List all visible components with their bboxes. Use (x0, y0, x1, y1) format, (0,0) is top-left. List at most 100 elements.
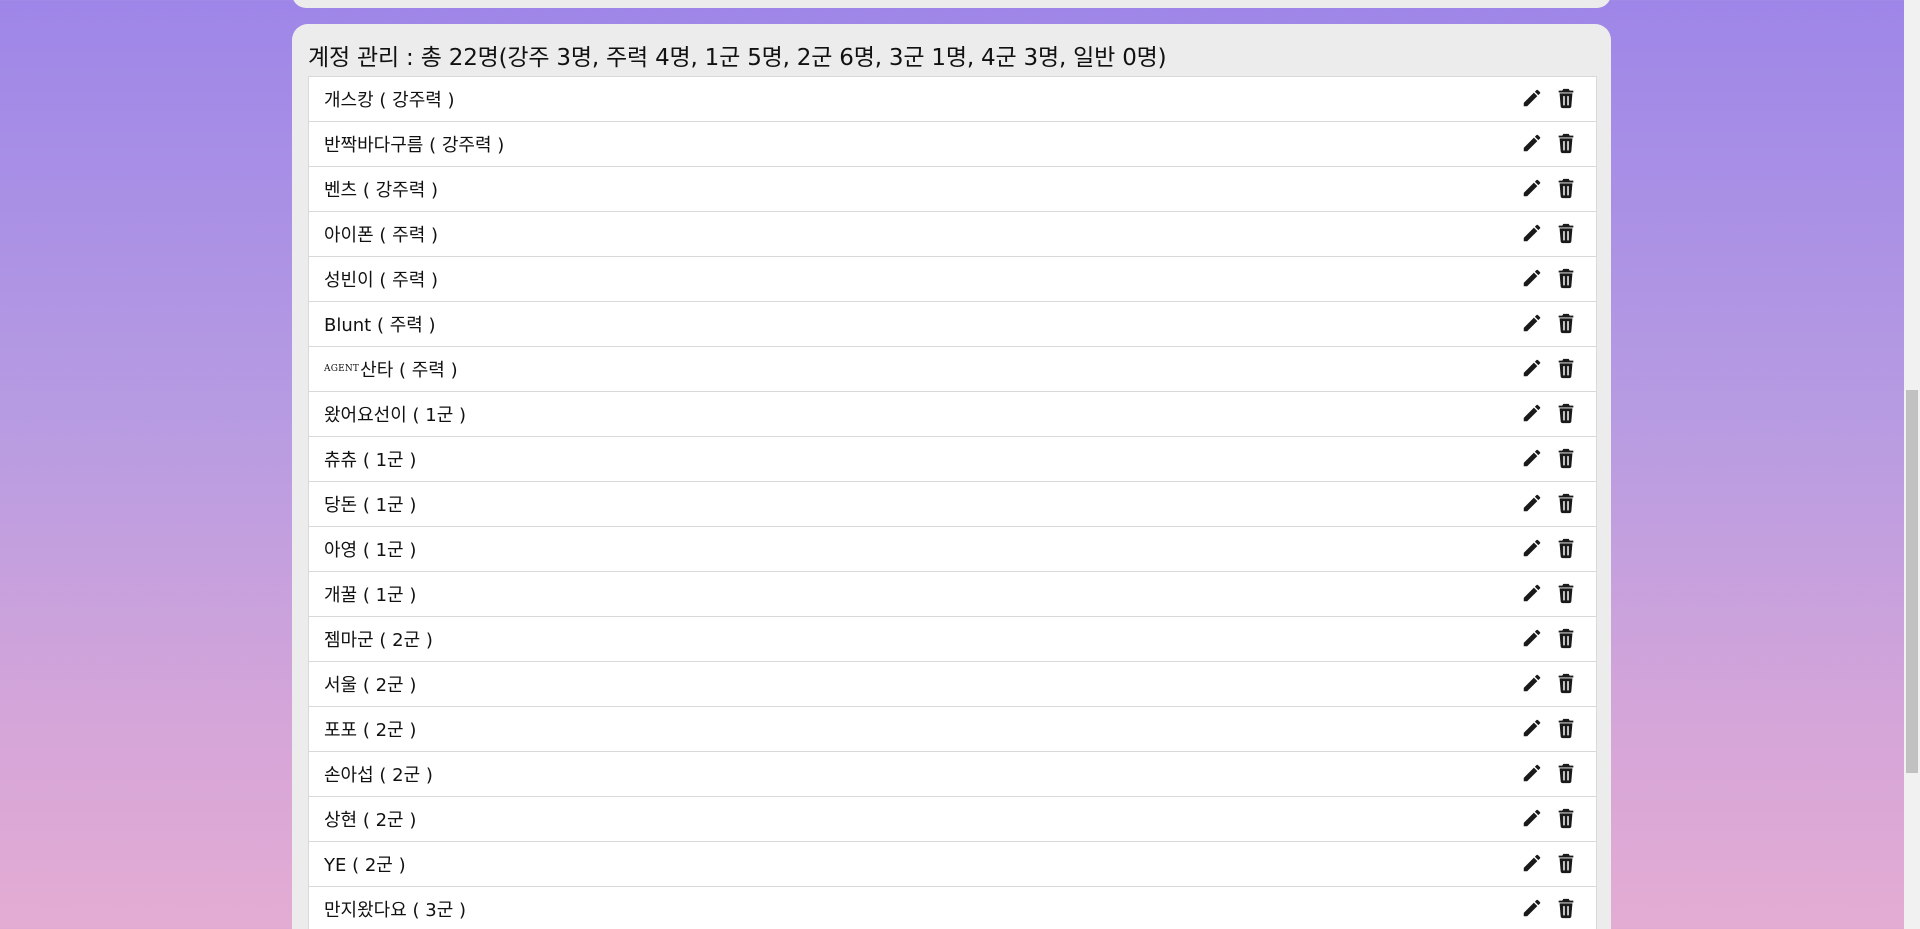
account-row: 아이폰 ( 주력 ) (309, 212, 1596, 257)
trash-icon[interactable] (1555, 177, 1577, 199)
account-row: 젬마군 ( 2군 ) (309, 617, 1596, 662)
trash-icon[interactable] (1555, 852, 1577, 874)
account-name: 아영 ( 1군 ) (324, 536, 416, 562)
account-name: Blunt ( 주력 ) (324, 311, 436, 337)
account-row: 왔어요선이 ( 1군 ) (309, 392, 1596, 437)
account-label: 산타 ( 주력 ) (360, 360, 458, 381)
account-management-card: 계정 관리 : 총 22명(강주 3명, 주력 4명, 1군 5명, 2군 6명… (292, 24, 1611, 929)
pencil-icon[interactable] (1521, 807, 1543, 829)
trash-icon[interactable] (1555, 897, 1577, 919)
account-name: 손아섭 ( 2군 ) (324, 761, 433, 787)
trash-icon[interactable] (1555, 537, 1577, 559)
pencil-icon[interactable] (1521, 357, 1543, 379)
account-label: 당돈 ( 1군 ) (324, 495, 417, 516)
account-label: 포포 ( 2군 ) (324, 720, 417, 741)
account-list: 개스캉 ( 강주력 ) 반짝바다구름 ( 강주력 ) 벤츠 ( 강주력 ) 아이폰 (… (308, 76, 1597, 929)
pencil-icon[interactable] (1521, 177, 1543, 199)
account-row: AGENT산타 ( 주력 ) (309, 347, 1596, 392)
pencil-icon[interactable] (1521, 897, 1543, 919)
pencil-icon[interactable] (1521, 312, 1543, 334)
account-row: YE ( 2군 ) (309, 842, 1596, 887)
account-label: 서울 ( 2군 ) (324, 675, 417, 696)
trash-icon[interactable] (1555, 87, 1577, 109)
account-label: Blunt ( 주력 ) (324, 315, 436, 336)
account-row: 개스캉 ( 강주력 ) (309, 77, 1596, 122)
pencil-icon[interactable] (1521, 852, 1543, 874)
account-name: YE ( 2군 ) (324, 851, 406, 877)
pencil-icon[interactable] (1521, 717, 1543, 739)
pencil-icon[interactable] (1521, 537, 1543, 559)
account-name: 반짝바다구름 ( 강주력 ) (324, 131, 504, 157)
account-row: 당돈 ( 1군 ) (309, 482, 1596, 527)
account-name: 츄츄 ( 1군 ) (324, 446, 416, 472)
account-label: 반짝바다구름 ( 강주력 ) (324, 135, 505, 156)
trash-icon[interactable] (1555, 312, 1577, 334)
pencil-icon[interactable] (1521, 402, 1543, 424)
account-name: 당돈 ( 1군 ) (324, 491, 416, 517)
pencil-icon[interactable] (1521, 627, 1543, 649)
trash-icon[interactable] (1555, 672, 1577, 694)
pencil-icon[interactable] (1521, 492, 1543, 514)
account-row: 상현 ( 2군 ) (309, 797, 1596, 842)
account-row: 벤츠 ( 강주력 ) (309, 167, 1596, 212)
account-row: 아영 ( 1군 ) (309, 527, 1596, 572)
account-label: YE ( 2군 ) (324, 855, 406, 876)
account-label: 아영 ( 1군 ) (324, 540, 417, 561)
account-name: 포포 ( 2군 ) (324, 716, 416, 742)
account-row: 손아섭 ( 2군 ) (309, 752, 1596, 797)
trash-icon[interactable] (1555, 447, 1577, 469)
account-name: AGENT산타 ( 주력 ) (324, 356, 458, 382)
trash-icon[interactable] (1555, 402, 1577, 424)
agent-badge: AGENT (324, 364, 360, 374)
trash-icon[interactable] (1555, 492, 1577, 514)
account-name: 아이폰 ( 주력 ) (324, 221, 438, 247)
account-name: 성빈이 ( 주력 ) (324, 266, 438, 292)
account-label: 왔어요선이 ( 1군 ) (324, 405, 467, 426)
trash-icon[interactable] (1555, 807, 1577, 829)
account-name: 개꿀 ( 1군 ) (324, 581, 416, 607)
account-row: 개꿀 ( 1군 ) (309, 572, 1596, 617)
trash-icon[interactable] (1555, 267, 1577, 289)
account-label: 상현 ( 2군 ) (324, 810, 417, 831)
account-row: 반짝바다구름 ( 강주력 ) (309, 122, 1596, 167)
account-name: 젬마군 ( 2군 ) (324, 626, 433, 652)
pencil-icon[interactable] (1521, 447, 1543, 469)
pencil-icon[interactable] (1521, 87, 1543, 109)
previous-section-card (292, 0, 1611, 8)
account-label: 성빈이 ( 주력 ) (324, 270, 439, 291)
account-row: 만지왔다요 ( 3군 ) (309, 887, 1596, 929)
trash-icon[interactable] (1555, 582, 1577, 604)
vertical-scrollbar[interactable] (1904, 0, 1920, 929)
trash-icon[interactable] (1555, 627, 1577, 649)
account-name: 개스캉 ( 강주력 ) (324, 86, 455, 112)
account-row: Blunt ( 주력 ) (309, 302, 1596, 347)
account-label: 젬마군 ( 2군 ) (324, 630, 433, 651)
scrollbar-thumb[interactable] (1906, 390, 1918, 773)
account-row: 포포 ( 2군 ) (309, 707, 1596, 752)
trash-icon[interactable] (1555, 717, 1577, 739)
account-name: 왔어요선이 ( 1군 ) (324, 401, 466, 427)
account-row: 성빈이 ( 주력 ) (309, 257, 1596, 302)
account-name: 상현 ( 2군 ) (324, 806, 416, 832)
pencil-icon[interactable] (1521, 267, 1543, 289)
card-title: 계정 관리 : 총 22명(강주 3명, 주력 4명, 1군 5명, 2군 6명… (308, 45, 1167, 71)
pencil-icon[interactable] (1521, 762, 1543, 784)
trash-icon[interactable] (1555, 132, 1577, 154)
account-label: 개스캉 ( 강주력 ) (324, 90, 455, 111)
account-name: 벤츠 ( 강주력 ) (324, 176, 438, 202)
account-label: 벤츠 ( 강주력 ) (324, 180, 439, 201)
trash-icon[interactable] (1555, 762, 1577, 784)
pencil-icon[interactable] (1521, 672, 1543, 694)
account-row: 서울 ( 2군 ) (309, 662, 1596, 707)
account-label: 만지왔다요 ( 3군 ) (324, 900, 467, 921)
account-label: 손아섭 ( 2군 ) (324, 765, 433, 786)
account-label: 개꿀 ( 1군 ) (324, 585, 417, 606)
account-label: 츄츄 ( 1군 ) (324, 450, 417, 471)
pencil-icon[interactable] (1521, 222, 1543, 244)
account-name: 만지왔다요 ( 3군 ) (324, 896, 466, 922)
trash-icon[interactable] (1555, 222, 1577, 244)
trash-icon[interactable] (1555, 357, 1577, 379)
pencil-icon[interactable] (1521, 132, 1543, 154)
account-label: 아이폰 ( 주력 ) (324, 225, 439, 246)
pencil-icon[interactable] (1521, 582, 1543, 604)
